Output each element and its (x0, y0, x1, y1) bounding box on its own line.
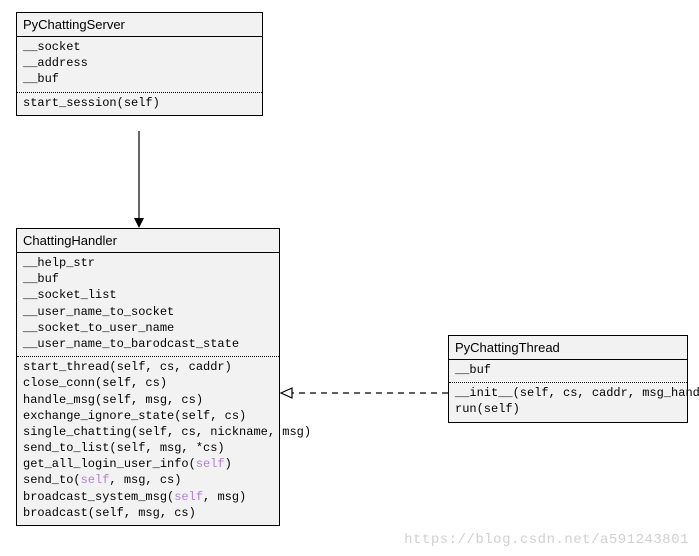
class-title: PyChattingThread (449, 336, 687, 360)
method: start_thread(self, cs, caddr) (23, 359, 273, 375)
attr: __socket_to_user_name (23, 320, 273, 336)
attr: __buf (455, 362, 681, 378)
method: get_all_login_user_info(self) (23, 456, 273, 472)
method: handle_msg(self, msg, cs) (23, 392, 273, 408)
method: send_to_list(self, msg, *cs) (23, 440, 273, 456)
attr-section: __help_str __buf __socket_list __user_na… (17, 253, 279, 356)
method: close_conn(self, cs) (23, 375, 273, 391)
method: broadcast_system_msg(self, msg) (23, 489, 273, 505)
attr: __user_name_to_barodcast_state (23, 336, 273, 352)
class-pychattingserver: PyChattingServer __socket __address __bu… (16, 12, 263, 116)
method-section: start_session(self) (17, 92, 262, 115)
attr: __socket (23, 39, 256, 55)
attr-section: __buf (449, 360, 687, 382)
class-chattinghandler: ChattingHandler __help_str __buf __socke… (16, 228, 280, 526)
method-section: __init__(self, cs, caddr, msg_handler) r… (449, 382, 687, 421)
class-title: ChattingHandler (17, 229, 279, 253)
class-title: PyChattingServer (17, 13, 262, 37)
method: broadcast(self, msg, cs) (23, 505, 273, 521)
method: __init__(self, cs, caddr, msg_handler) (455, 385, 681, 401)
attr: __buf (23, 271, 273, 287)
attr: __user_name_to_socket (23, 304, 273, 320)
class-pychattingthread: PyChattingThread __buf __init__(self, cs… (448, 335, 688, 423)
attr: __help_str (23, 255, 273, 271)
attr-section: __socket __address __buf (17, 37, 262, 92)
method: single_chatting(self, cs, nickname, msg) (23, 424, 273, 440)
method: run(self) (455, 401, 681, 417)
attr: __address (23, 55, 256, 71)
method: send_to(self, msg, cs) (23, 472, 273, 488)
attr: __buf (23, 71, 256, 87)
attr: __socket_list (23, 287, 273, 303)
method: exchange_ignore_state(self, cs) (23, 408, 273, 424)
method: start_session(self) (23, 95, 256, 111)
method-section: start_thread(self, cs, caddr) close_conn… (17, 356, 279, 525)
watermark-text: https://blog.csdn.net/a591243801 (404, 532, 689, 548)
